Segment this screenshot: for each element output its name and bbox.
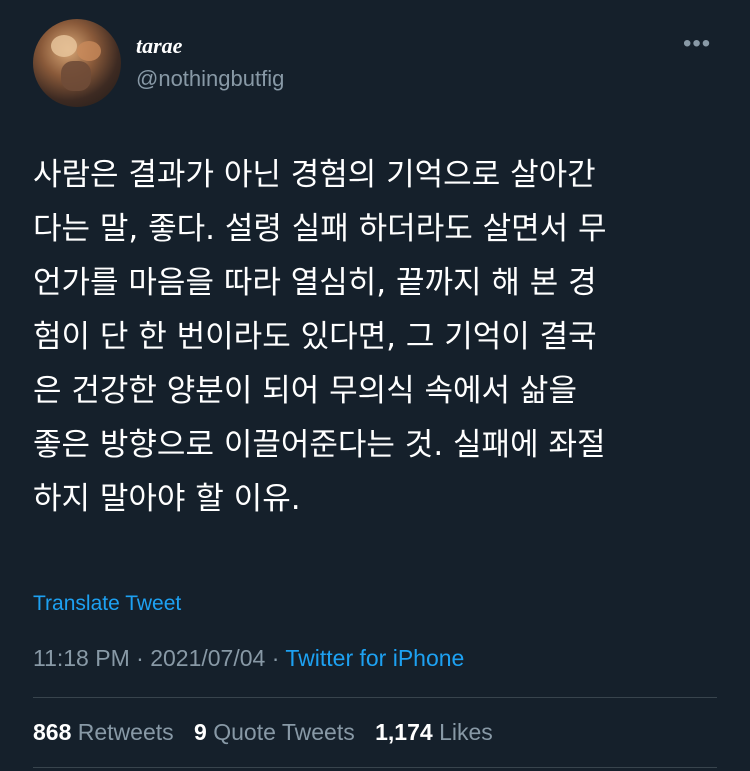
tweet-line: 하지 말아야 할 이유.: [33, 481, 301, 517]
translate-tweet-link[interactable]: Translate Tweet: [33, 592, 181, 616]
divider: [33, 767, 717, 768]
tweet-text: 사람은 결과가 아닌 경험의 기억으로 살아간 다는 말, 좋다. 설령 실패 …: [33, 148, 723, 526]
likes-stat[interactable]: 1,174 Likes: [375, 719, 493, 745]
tweet-meta: 11:18 PM · 2021/07/04 · Twitter for iPho…: [33, 645, 464, 672]
tweet-line: 다는 말, 좋다. 설령 실패 하더라도 살면서 무: [33, 211, 607, 247]
display-name[interactable]: tarae: [136, 33, 182, 59]
tweet-line: 좋은 방향으로 이끌어준다는 것. 실패에 좌절: [33, 427, 606, 463]
more-horizontal-icon[interactable]: •••: [683, 32, 711, 56]
user-handle[interactable]: @nothingbutfig: [136, 66, 284, 92]
likes-count: 1,174: [375, 719, 433, 745]
tweet-line: 사람은 결과가 아닌 경험의 기억으로 살아간: [33, 157, 596, 193]
avatar-flower-2: [77, 41, 101, 61]
divider: [33, 697, 717, 698]
avatar-bouquet: [61, 61, 91, 91]
avatar[interactable]: [33, 19, 121, 107]
meta-separator: ·: [136, 645, 144, 671]
tweet-time[interactable]: 11:18 PM: [33, 645, 130, 671]
quotes-label: Quote Tweets: [213, 719, 355, 745]
tweet-source-link[interactable]: Twitter for iPhone: [285, 645, 464, 671]
tweet-line: 은 건강한 양분이 되어 무의식 속에서 삶을: [33, 373, 577, 409]
avatar-flower-1: [51, 35, 77, 57]
retweets-label: Retweets: [77, 719, 174, 745]
retweets-count: 868: [33, 719, 72, 745]
quote-tweets-stat[interactable]: 9 Quote Tweets: [194, 719, 355, 745]
tweet-line: 험이 단 한 번이라도 있다면, 그 기억이 결국: [33, 319, 597, 355]
meta-separator: ·: [271, 645, 280, 671]
retweets-stat[interactable]: 868 Retweets: [33, 719, 174, 745]
tweet-line: 언가를 마음을 따라 열심히, 끝까지 해 본 경: [33, 265, 597, 301]
quotes-count: 9: [194, 719, 207, 745]
likes-label: Likes: [439, 719, 493, 745]
engagement-stats: 868 Retweets 9 Quote Tweets 1,174 Likes: [33, 719, 493, 746]
tweet-date[interactable]: 2021/07/04: [150, 645, 265, 671]
